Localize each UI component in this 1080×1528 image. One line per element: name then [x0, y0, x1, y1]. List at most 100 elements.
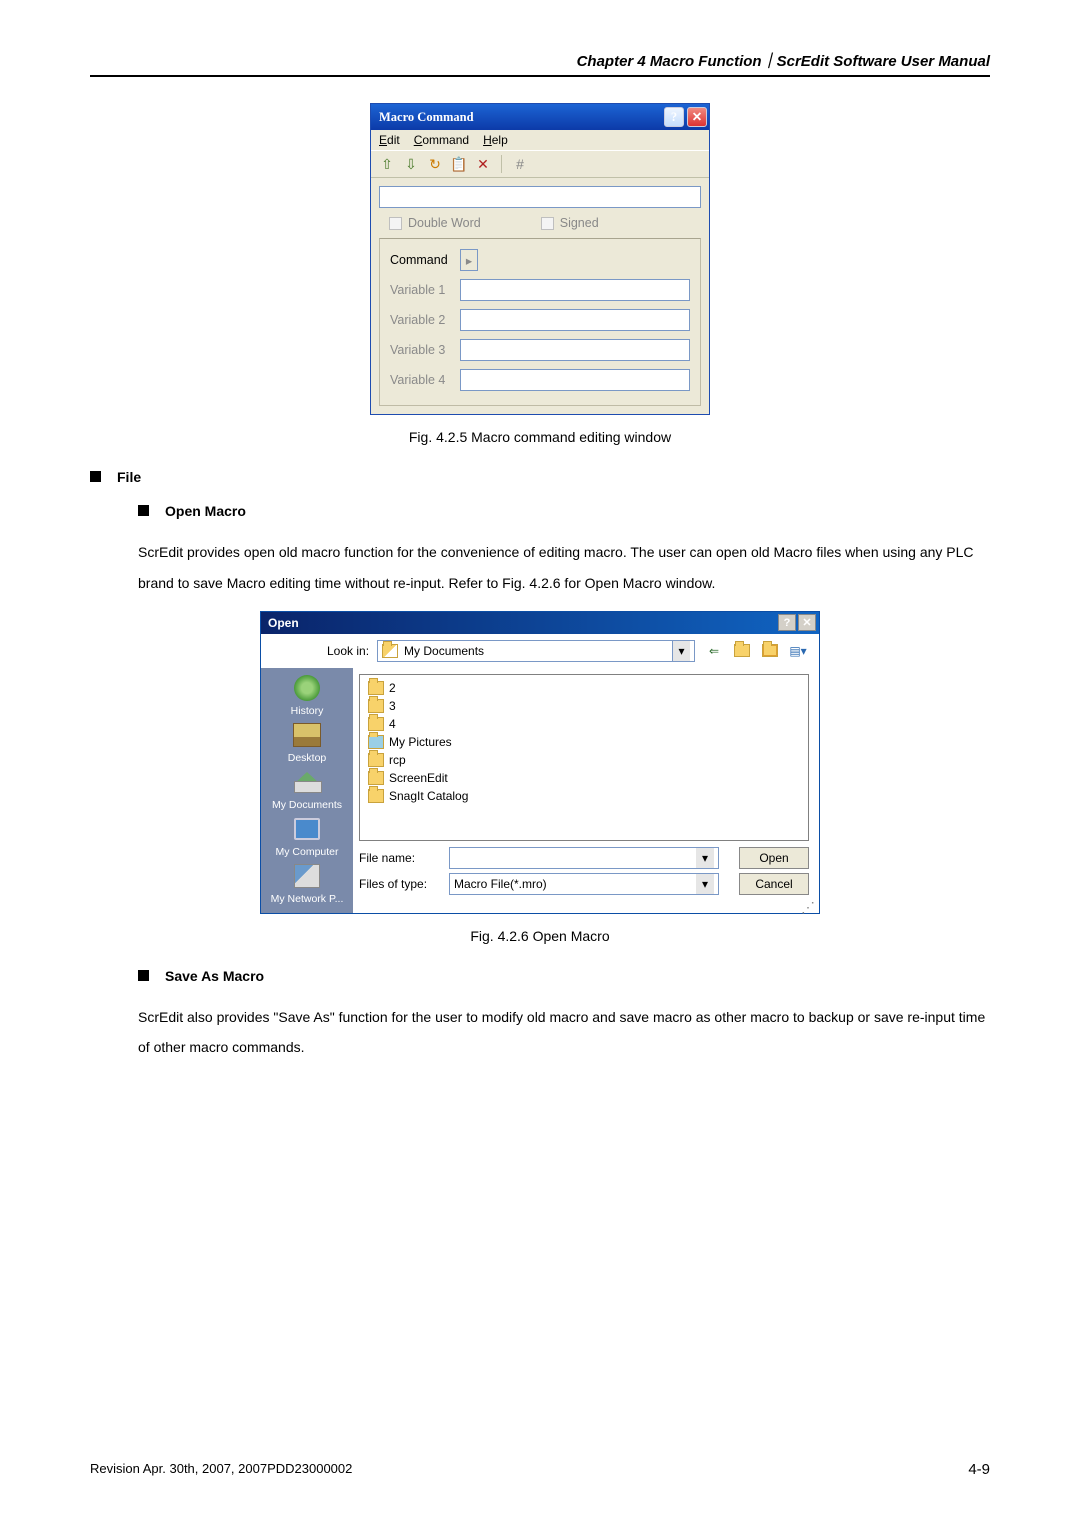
figure-426: Open ? ✕ Look in: My Documents ▾ ⇐ ▤▾ Hi…	[90, 611, 990, 914]
menu-bar: Edit Command Help	[371, 130, 709, 150]
cancel-button[interactable]: Cancel	[739, 873, 809, 895]
figure-425: Macro Command ? ✕ Edit Command Help ⇧ ⇩ …	[90, 103, 990, 415]
delete-icon[interactable]: ✕	[475, 156, 491, 172]
open-button[interactable]: Open	[739, 847, 809, 869]
lookin-value: My Documents	[404, 644, 484, 658]
folder-up-icon	[734, 644, 750, 657]
command-dropdown[interactable]: ▸	[460, 249, 478, 271]
update-icon[interactable]: ↻	[427, 156, 443, 172]
variable1-field[interactable]	[460, 279, 690, 301]
revision-text: Revision Apr. 30th, 2007, 2007PDD2300000…	[90, 1461, 352, 1478]
sidebar-mycomputer[interactable]: My Computer	[275, 815, 338, 858]
file-list[interactable]: 2 3 4 My Pictures rcp ScreenEdit SnagIt …	[359, 674, 809, 841]
macro-command-dialog: Macro Command ? ✕ Edit Command Help ⇧ ⇩ …	[370, 103, 710, 415]
list-item-label: ScreenEdit	[389, 771, 448, 785]
list-item-label: SnagIt Catalog	[389, 789, 468, 803]
list-item[interactable]: 4	[368, 715, 800, 733]
double-word-checkbox[interactable]: Double Word	[389, 216, 481, 230]
sidebar-history[interactable]: History	[291, 674, 324, 717]
section-save-as-macro: Save As Macro	[138, 968, 990, 984]
variable1-row: Variable 1	[390, 279, 690, 301]
new-folder-button[interactable]	[759, 640, 781, 662]
section-file: File	[90, 469, 990, 485]
signed-checkbox[interactable]: Signed	[541, 216, 599, 230]
file-type-label: Files of type:	[359, 877, 439, 891]
sidebar-mynetwork[interactable]: My Network P...	[271, 862, 344, 905]
menu-help[interactable]: Help	[483, 133, 508, 147]
variables-panel: Command ▸ Variable 1 Variable 2 Variable…	[379, 238, 701, 406]
open-dialog-title: Open	[268, 616, 299, 630]
chevron-down-icon: ▾	[672, 641, 690, 661]
list-item-label: 4	[389, 717, 396, 731]
view-menu-button[interactable]: ▤▾	[787, 640, 809, 662]
list-item[interactable]: rcp	[368, 751, 800, 769]
list-item-label: 3	[389, 699, 396, 713]
toolbar-sep	[501, 155, 502, 173]
variable4-label: Variable 4	[390, 373, 452, 387]
file-type-value: Macro File(*.mro)	[454, 877, 547, 891]
paste-icon[interactable]: 📋	[451, 156, 467, 172]
help-button[interactable]: ?	[778, 614, 796, 631]
move-down-icon[interactable]: ⇩	[403, 156, 419, 172]
question-icon: ?	[784, 617, 791, 629]
resize-grip-icon[interactable]: ⋰	[353, 903, 819, 913]
back-button[interactable]: ⇐	[703, 640, 725, 662]
section-open-macro: Open Macro	[138, 503, 990, 519]
signed-label: Signed	[560, 216, 599, 230]
folder-icon	[368, 771, 384, 785]
open-macro-body: ScrEdit provides open old macro function…	[138, 537, 990, 599]
command-row: Command ▸	[390, 249, 690, 271]
folder-icon	[368, 699, 384, 713]
variable3-row: Variable 3	[390, 339, 690, 361]
mydocuments-icon	[294, 772, 320, 784]
figure-426-caption: Fig. 4.2.6 Open Macro	[90, 928, 990, 944]
lookin-dropdown[interactable]: My Documents ▾	[377, 640, 695, 662]
menu-edit[interactable]: Edit	[379, 133, 400, 147]
open-macro-heading: Open Macro	[165, 503, 246, 519]
command-label: Command	[390, 253, 452, 267]
sidebar-mycomputer-label: My Computer	[275, 846, 338, 858]
figure-425-caption: Fig. 4.2.5 Macro command editing window	[90, 429, 990, 445]
variable4-field[interactable]	[460, 369, 690, 391]
hash-icon[interactable]: #	[512, 156, 528, 172]
sidebar-desktop[interactable]: Desktop	[288, 721, 327, 764]
close-button[interactable]: ✕	[798, 614, 816, 631]
mynetwork-icon	[294, 864, 320, 888]
up-one-level-button[interactable]	[731, 640, 753, 662]
checkbox-icon	[389, 217, 402, 230]
sidebar-desktop-label: Desktop	[288, 752, 327, 764]
save-as-heading: Save As Macro	[165, 968, 264, 984]
variable1-label: Variable 1	[390, 283, 452, 297]
folder-icon	[368, 789, 384, 803]
sidebar-mydocs-label: My Documents	[272, 799, 342, 811]
list-item[interactable]: 3	[368, 697, 800, 715]
list-item[interactable]: ScreenEdit	[368, 769, 800, 787]
folder-open-icon	[382, 644, 398, 658]
file-type-dropdown[interactable]: Macro File(*.mro)▾	[449, 873, 719, 895]
file-name-row: File name: ▾ Open	[353, 847, 819, 869]
help-button[interactable]: ?	[664, 107, 684, 127]
toolbar: ⇧ ⇩ ↻ 📋 ✕ #	[371, 150, 709, 178]
page-number: 4-9	[968, 1461, 990, 1478]
list-item[interactable]: 2	[368, 679, 800, 697]
sidebar-mydocs[interactable]: My Documents	[272, 768, 342, 811]
close-icon: ✕	[802, 616, 811, 629]
list-item[interactable]: My Pictures	[368, 733, 800, 751]
command-input[interactable]	[379, 186, 701, 208]
variable3-field[interactable]	[460, 339, 690, 361]
sidebar-history-label: History	[291, 705, 324, 717]
chevron-down-icon: ▾	[696, 848, 714, 868]
open-dialog: Open ? ✕ Look in: My Documents ▾ ⇐ ▤▾ Hi…	[260, 611, 820, 914]
close-button[interactable]: ✕	[687, 107, 707, 127]
question-icon: ?	[671, 110, 677, 125]
variable2-field[interactable]	[460, 309, 690, 331]
menu-command[interactable]: Command	[414, 133, 469, 147]
view-icon: ▤▾	[789, 644, 806, 658]
arrow-left-icon: ⇐	[709, 644, 719, 658]
file-name-field[interactable]: ▾	[449, 847, 719, 869]
chevron-right-icon: ▸	[466, 253, 472, 268]
section-file-heading: File	[117, 469, 141, 485]
variable2-label: Variable 2	[390, 313, 452, 327]
list-item[interactable]: SnagIt Catalog	[368, 787, 800, 805]
move-up-icon[interactable]: ⇧	[379, 156, 395, 172]
